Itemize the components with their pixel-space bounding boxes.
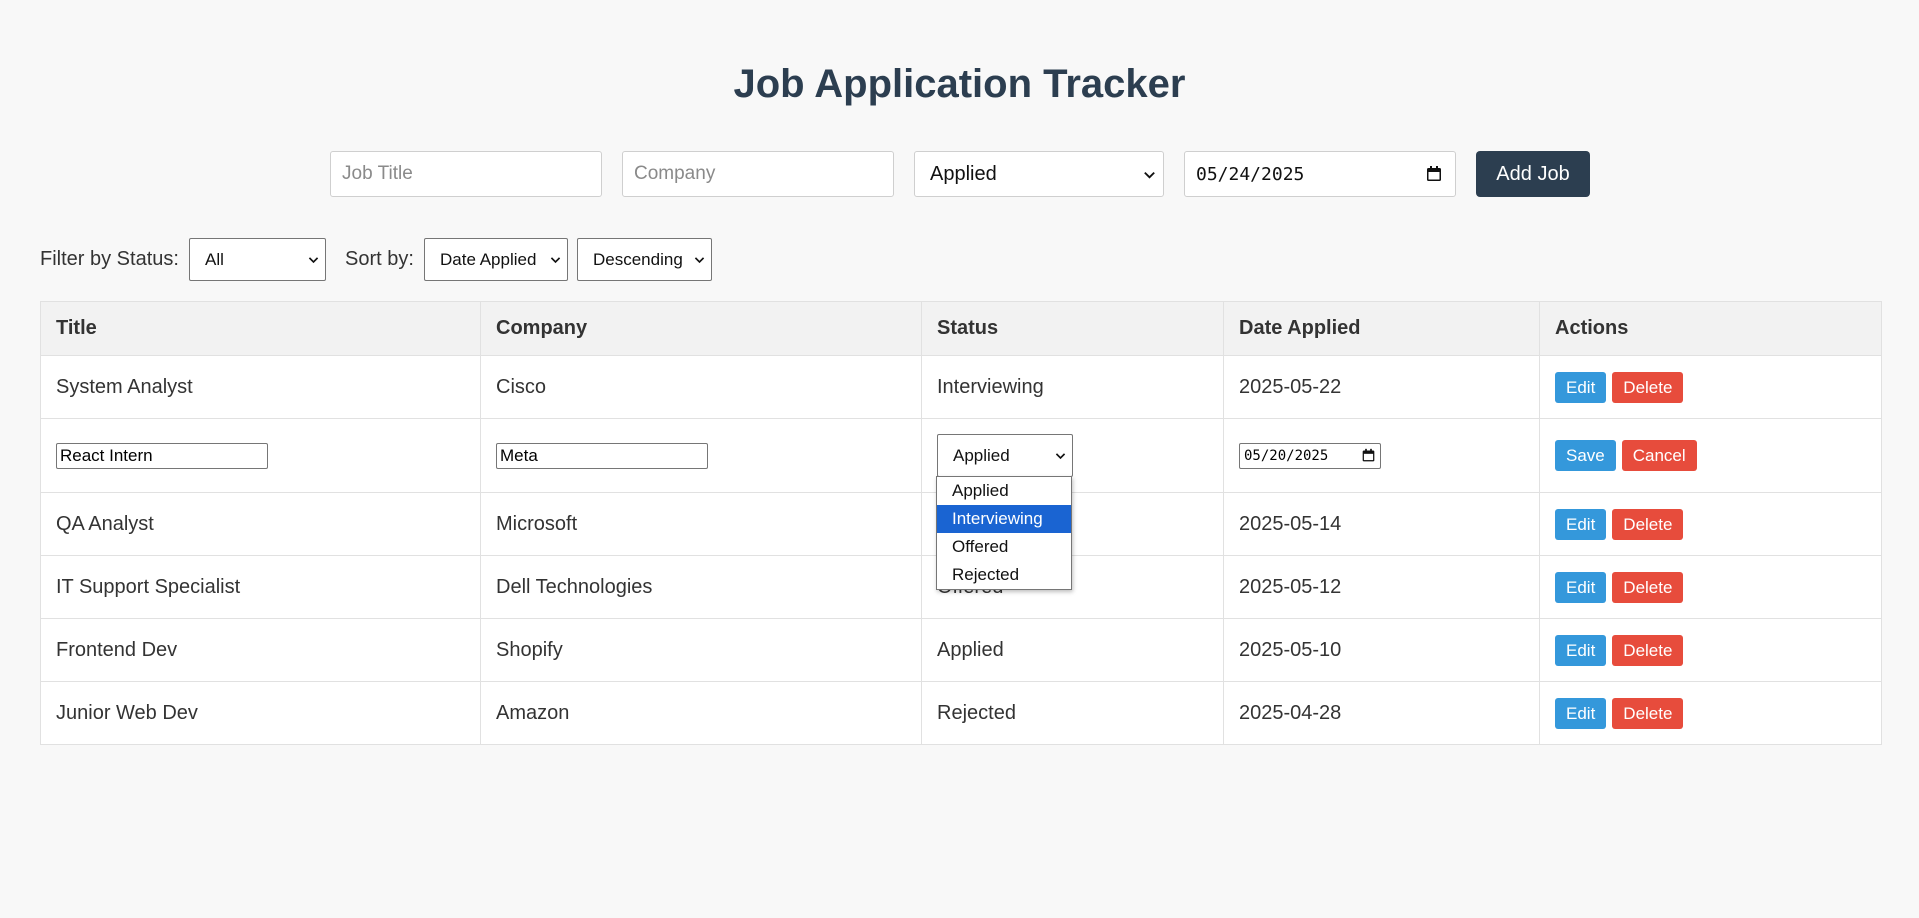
cell-date: 2025-05-12 <box>1223 555 1540 619</box>
cell-date: 2025-05-22 <box>1223 355 1540 419</box>
status-select-value: Applied <box>930 162 997 185</box>
page-title: Job Application Tracker <box>733 62 1186 106</box>
cancel-button[interactable]: Cancel <box>1621 440 1697 471</box>
delete-button[interactable]: Delete <box>1612 571 1684 603</box>
cell-status: Applied <box>921 618 1224 682</box>
edit-date-value: 05/20/2025 <box>1244 447 1329 464</box>
chevron-down-icon <box>1144 171 1155 179</box>
edit-button[interactable]: Edit <box>1555 634 1607 666</box>
save-button[interactable]: Save <box>1555 440 1616 471</box>
cell-actions: Save Cancel <box>1539 418 1882 493</box>
cell-date: 2025-04-28 <box>1223 681 1540 745</box>
cell-status: Interviewing <box>921 355 1224 419</box>
cell-title: Junior Web Dev <box>40 681 481 745</box>
header-actions: Actions <box>1539 301 1882 356</box>
dropdown-option-offered[interactable]: Offered <box>937 533 1071 561</box>
cell-company <box>480 418 922 493</box>
chevron-down-icon <box>1055 453 1066 460</box>
edit-date-input[interactable]: 05/20/2025 <box>1239 442 1381 469</box>
chevron-down-icon <box>308 257 319 264</box>
date-applied-value: 05/24/2025 <box>1196 163 1305 185</box>
dropdown-option-rejected[interactable]: Rejected <box>937 561 1071 589</box>
status-dropdown-list: Applied Interviewing Offered Rejected <box>936 476 1072 590</box>
cell-title: IT Support Specialist <box>40 555 481 619</box>
edit-title-input[interactable] <box>56 442 268 469</box>
delete-button[interactable]: Delete <box>1612 697 1684 729</box>
cell-date: 2025-05-14 <box>1223 492 1540 556</box>
chevron-down-icon <box>550 257 561 264</box>
cell-company: Amazon <box>480 681 922 745</box>
delete-button[interactable]: Delete <box>1612 634 1684 666</box>
edit-button[interactable]: Edit <box>1555 371 1607 403</box>
sort-field-select[interactable]: Date Applied <box>424 238 568 281</box>
cell-status: Rejected <box>921 681 1224 745</box>
delete-button[interactable]: Delete <box>1612 371 1684 403</box>
cell-actions: Edit Delete <box>1539 618 1882 682</box>
edit-button[interactable]: Edit <box>1555 697 1607 729</box>
edit-button[interactable]: Edit <box>1555 571 1607 603</box>
header-status[interactable]: Status <box>921 301 1224 356</box>
header-date-applied[interactable]: Date Applied <box>1223 301 1540 356</box>
sort-field-value: Date Applied <box>440 249 537 269</box>
job-title-input[interactable] <box>330 151 602 197</box>
cell-actions: Edit Delete <box>1539 681 1882 745</box>
table-header-row: Title Company Status Date Applied Action… <box>40 301 1882 356</box>
table-row: Frontend Dev Shopify Applied 2025-05-10 … <box>40 618 1882 682</box>
table-row: System Analyst Cisco Interviewing 2025-0… <box>40 355 1882 419</box>
dropdown-option-interviewing[interactable]: Interviewing <box>937 505 1071 533</box>
table-row: Junior Web Dev Amazon Rejected 2025-04-2… <box>40 681 1882 745</box>
cell-company: Shopify <box>480 618 922 682</box>
add-job-button[interactable]: Add Job <box>1476 151 1590 197</box>
cell-actions: Edit Delete <box>1539 355 1882 419</box>
cell-company: Cisco <box>480 355 922 419</box>
sort-order-select[interactable]: Descending <box>577 238 712 281</box>
edit-button[interactable]: Edit <box>1555 508 1607 540</box>
cell-actions: Edit Delete <box>1539 555 1882 619</box>
cell-company: Dell Technologies <box>480 555 922 619</box>
cell-title <box>40 418 481 493</box>
sort-order-value: Descending <box>593 249 683 269</box>
edit-status-select[interactable]: Applied <box>937 434 1073 477</box>
delete-button[interactable]: Delete <box>1612 508 1684 540</box>
cell-title: System Analyst <box>40 355 481 419</box>
edit-status-value: Applied <box>953 445 1010 465</box>
company-input[interactable] <box>622 151 894 197</box>
filter-status-select[interactable]: All <box>189 238 326 281</box>
sort-label: Sort by: <box>345 248 414 270</box>
status-select[interactable]: Applied <box>914 151 1164 197</box>
chevron-down-icon <box>694 257 705 264</box>
calendar-icon[interactable] <box>1425 165 1443 183</box>
cell-actions: Edit Delete <box>1539 492 1882 556</box>
header-title[interactable]: Title <box>40 301 481 356</box>
header-company[interactable]: Company <box>480 301 922 356</box>
filter-status-value: All <box>205 249 224 269</box>
cell-title: Frontend Dev <box>40 618 481 682</box>
dropdown-option-applied[interactable]: Applied <box>937 477 1071 505</box>
cell-title: QA Analyst <box>40 492 481 556</box>
filter-label: Filter by Status: <box>40 248 179 270</box>
cell-company: Microsoft <box>480 492 922 556</box>
date-applied-input[interactable]: 05/24/2025 <box>1184 151 1456 197</box>
edit-company-input[interactable] <box>496 442 708 469</box>
cell-date: 05/20/2025 <box>1223 418 1540 493</box>
calendar-icon[interactable] <box>1361 448 1376 463</box>
cell-date: 2025-05-10 <box>1223 618 1540 682</box>
